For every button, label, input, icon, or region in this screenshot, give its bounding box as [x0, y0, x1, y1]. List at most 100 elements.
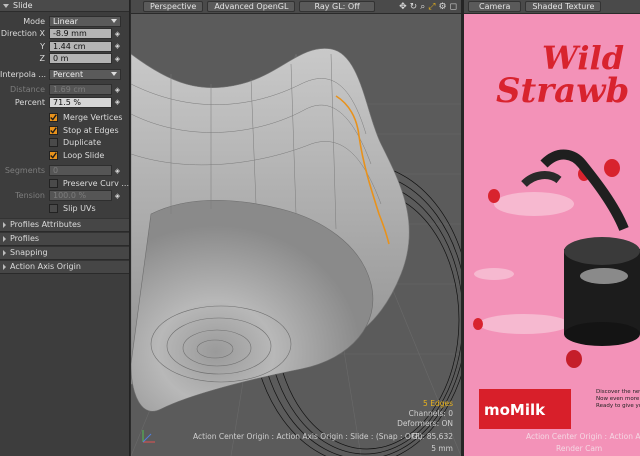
expand-triangle-icon [3, 3, 9, 8]
spinner-icon[interactable]: ◈ [113, 84, 122, 95]
percent-field[interactable]: 71.5 % [49, 96, 112, 108]
slip-uvs-label: Slip UVs [63, 203, 96, 213]
tagline-line: Now even more ta [596, 396, 640, 402]
selection-count: 5 Edges [423, 399, 453, 408]
distance-label: Distance [10, 85, 45, 95]
direction-y-row: Y 1.44 cm ◈ [0, 40, 129, 53]
interpolation-dropdown[interactable]: Percent [49, 68, 121, 80]
stop-at-edges-label: Stop at Edges [63, 125, 119, 135]
poster-title-line-1: Wild [542, 39, 625, 77]
camera-button[interactable]: Camera [468, 1, 522, 12]
snapping-section[interactable]: Snapping [0, 245, 129, 260]
expand-triangle-icon [3, 249, 6, 256]
section-label: Snapping [10, 248, 48, 257]
checkbox-row[interactable]: Slip UVs [0, 202, 129, 215]
move-view-icon[interactable]: ✥ [399, 2, 407, 12]
axis-gizmo [142, 430, 155, 443]
loop-slide-label: Loop Slide [63, 150, 105, 160]
rotate-view-icon[interactable]: ↻ [410, 2, 418, 12]
maximize-icon[interactable]: ◻ [450, 2, 457, 12]
direction-x-row: Direction X -8.9 mm ◈ [0, 28, 129, 41]
gear-icon[interactable]: ⚙ [438, 2, 446, 12]
view-perspective-button[interactable]: Perspective [143, 1, 204, 12]
spinner-icon[interactable]: ◈ [113, 165, 122, 176]
zoom-view-icon[interactable]: ⌕ [420, 2, 425, 12]
segments-row: Segments 0 ◈ [0, 165, 129, 178]
section-label: Action Axis Origin [10, 262, 81, 271]
direction-z-field[interactable]: 0 m [49, 53, 112, 65]
section-label: Profiles Attributes [10, 220, 82, 229]
section-label: Profiles [10, 234, 40, 243]
spinner-icon[interactable]: ◈ [113, 190, 122, 201]
preserve-curvature-checkbox[interactable] [49, 178, 58, 188]
slip-uvs-checkbox[interactable] [49, 203, 58, 213]
percent-label: Percent [14, 97, 45, 107]
direction-z-row: Z 0 m ◈ [0, 53, 129, 66]
render-status-line: Action Center Origin : Action Ax [526, 432, 640, 441]
distance-row: Distance 1.69 cm ◈ [0, 84, 129, 97]
tool-properties-panel: Slide Mode Linear Direction X -8.9 mm ◈ … [0, 0, 130, 456]
merge-vertices-label: Merge Vertices [63, 113, 123, 123]
chevron-down-icon [111, 19, 117, 24]
brand-logo-text: moMilk [484, 401, 546, 419]
checkbox-row[interactable]: Preserve Curv ... [0, 177, 129, 190]
action-axis-origin-section[interactable]: Action Axis Origin [0, 259, 129, 274]
stop-at-edges-checkbox[interactable] [49, 125, 58, 135]
mode-label: Mode [23, 16, 45, 26]
section-title: Slide [13, 1, 33, 10]
mode-value: Linear [53, 16, 78, 26]
mode-row: Mode Linear [0, 15, 129, 28]
tagline-line: Ready to give you m [596, 403, 640, 409]
direction-z-label: Z [39, 54, 45, 64]
direction-x-label: Direction X [0, 29, 45, 39]
render-viewport[interactable]: Wild Strawb moMilk Discover the new fl N… [464, 14, 640, 456]
viewport-header: Perspective Advanced OpenGL Ray GL: Off … [131, 0, 461, 14]
checkbox-row[interactable]: Stop at Edges [0, 124, 129, 137]
direction-y-field[interactable]: 1.44 cm [49, 40, 112, 52]
merge-vertices-checkbox[interactable] [49, 113, 58, 123]
view-shading-button[interactable]: Advanced OpenGL [207, 1, 296, 12]
interpolation-row: Interpola ... Percent [0, 68, 129, 81]
preserve-curvature-label: Preserve Curv ... [62, 178, 129, 188]
checkbox-row[interactable]: Duplicate [0, 137, 129, 150]
poster-tagline: Discover the new fl Now even more ta Rea… [596, 389, 640, 410]
channels-info: Channels: 0 [408, 409, 453, 418]
interpolation-value: Percent [53, 69, 84, 79]
checkbox-row[interactable]: Loop Slide [0, 149, 129, 162]
3d-viewport[interactable]: 5 Edges Channels: 0 Deformers: ON GL: 85… [131, 14, 461, 456]
segments-field[interactable]: 0 [49, 165, 112, 177]
tagline-line: Discover the new fl [596, 389, 640, 395]
direction-x-field[interactable]: -8.9 mm [49, 28, 112, 40]
tension-row: Tension 100.0 % ◈ [0, 190, 129, 203]
mode-dropdown[interactable]: Linear [49, 15, 121, 27]
direction-y-label: Y [40, 41, 45, 51]
expand-triangle-icon [3, 235, 6, 242]
distance-field[interactable]: 1.69 cm [49, 84, 112, 96]
checkbox-row[interactable]: Merge Vertices [0, 112, 129, 125]
profiles-section[interactable]: Profiles [0, 231, 129, 246]
grid-unit: 5 mm [431, 444, 453, 453]
tension-field[interactable]: 100.0 % [49, 190, 112, 202]
spinner-icon[interactable]: ◈ [113, 97, 122, 108]
loop-slide-checkbox[interactable] [49, 150, 58, 160]
profiles-attributes-section[interactable]: Profiles Attributes [0, 217, 129, 232]
spinner-icon[interactable]: ◈ [113, 41, 122, 52]
deformers-info: Deformers: ON [397, 419, 453, 428]
render-header: Camera Shaded Texture [464, 0, 640, 14]
spinner-icon[interactable]: ◈ [113, 53, 122, 64]
fit-view-icon[interactable]: ⤢ [428, 2, 435, 12]
tension-label: Tension [15, 191, 45, 201]
shaded-texture-button[interactable]: Shaded Texture [525, 1, 602, 12]
poster-title-line-2: Strawb [496, 71, 630, 111]
segments-label: Segments [4, 166, 45, 176]
status-line: Action Center Origin : Action Axis Origi… [193, 432, 423, 441]
slide-section-header[interactable]: Slide [0, 0, 129, 12]
render-camera-label: Render Cam [556, 444, 603, 453]
raygl-button[interactable]: Ray GL: Off [299, 1, 375, 12]
mesh-scene [131, 48, 461, 456]
expand-triangle-icon [3, 263, 6, 270]
duplicate-checkbox[interactable] [49, 138, 58, 148]
percent-row: Percent 71.5 % ◈ [0, 96, 129, 109]
duplicate-label: Duplicate [63, 138, 102, 148]
spinner-icon[interactable]: ◈ [113, 28, 122, 39]
